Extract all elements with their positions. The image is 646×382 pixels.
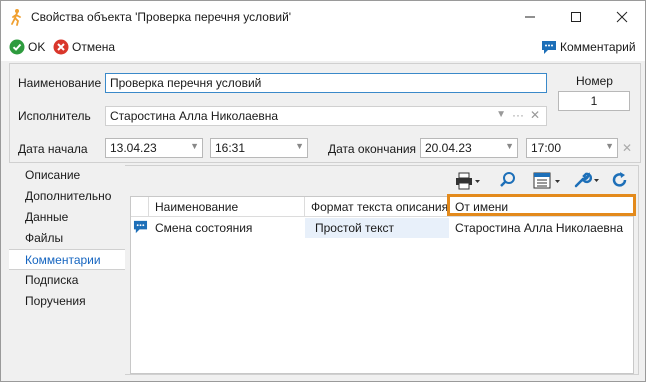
cancel-button[interactable]: Отмена: [53, 38, 115, 56]
start-time-value: 16:31: [215, 141, 246, 155]
comment-button[interactable]: Комментарий: [541, 38, 636, 56]
end-date-label: Дата окончания: [328, 142, 417, 156]
end-date-value: 20.04.23: [425, 141, 472, 155]
sidebar-item-files[interactable]: Файлы: [9, 228, 125, 249]
clear-icon[interactable]: ✕: [530, 108, 540, 122]
sidebar-item-description[interactable]: Описание: [9, 165, 125, 186]
minimize-button[interactable]: [507, 1, 553, 33]
cancel-label: Отмена: [72, 40, 116, 54]
start-time-field[interactable]: 16:31 ▼: [210, 138, 308, 158]
end-date-field[interactable]: 20.04.23 ▼: [420, 138, 518, 158]
comment-icon: [133, 220, 148, 237]
executor-label: Исполнитель: [18, 109, 91, 123]
dropdown-arrow-icon[interactable]: ▼: [505, 141, 514, 151]
number-field[interactable]: 1: [558, 91, 630, 111]
walking-person-icon: [7, 8, 25, 26]
settings-button[interactable]: [573, 171, 603, 192]
close-button[interactable]: [599, 1, 645, 33]
layout-button[interactable]: [533, 172, 563, 193]
maximize-button[interactable]: [553, 1, 599, 33]
properties-form: Наименование Проверка перечня условий Ис…: [9, 63, 641, 163]
dropdown-arrow-icon[interactable]: ▼: [190, 141, 199, 151]
sidebar-item-subscription[interactable]: Подписка: [9, 270, 125, 291]
check-circle-icon: [9, 39, 25, 55]
toolbar: OK Отмена Комментарий: [1, 33, 645, 61]
table-layout-icon: [533, 172, 560, 189]
start-date-field[interactable]: 13.04.23 ▼: [105, 138, 203, 158]
column-header-name[interactable]: Наименование: [149, 197, 305, 217]
search-button[interactable]: [499, 171, 517, 192]
dropdown-arrow-icon[interactable]: ▼: [496, 109, 506, 120]
clear-icon[interactable]: ✕: [622, 141, 632, 155]
printer-icon: [456, 172, 480, 190]
end-time-value: 17:00: [531, 141, 562, 155]
executor-field[interactable]: Старостина Алла Николаевна ▼ ··· ✕: [105, 106, 547, 126]
cell-author: Старостина Алла Николаевна: [455, 221, 624, 235]
grid-corner: [131, 197, 149, 217]
cell-name: Смена состояния: [155, 221, 253, 235]
comments-grid: Наименование Формат текста описания От и…: [130, 196, 634, 374]
sidebar-item-data[interactable]: Данные: [9, 207, 125, 228]
wrench-icon: [574, 172, 599, 188]
comment-label: Комментарий: [560, 40, 636, 54]
sidebar-item-additional[interactable]: Дополнительно: [9, 186, 125, 207]
name-field[interactable]: Проверка перечня условий: [105, 73, 547, 93]
refresh-button[interactable]: [611, 171, 629, 192]
ok-label: OK: [28, 40, 46, 54]
cell-format: Простой текст: [305, 218, 449, 238]
search-icon: [500, 172, 515, 187]
column-highlight: [447, 194, 636, 216]
sidebar: Описание Дополнительно Данные Файлы Комм…: [9, 165, 125, 375]
ok-button[interactable]: OK: [9, 38, 45, 56]
number-label: Номер: [576, 74, 613, 88]
cancel-circle-icon: [53, 39, 69, 55]
sidebar-item-assignments[interactable]: Поручения: [9, 291, 125, 312]
title-bar: Свойства объекта 'Проверка перечня услов…: [1, 1, 645, 33]
start-date-label: Дата начала: [18, 142, 88, 156]
dropdown-arrow-icon[interactable]: ▼: [295, 141, 304, 151]
sidebar-item-comments[interactable]: Комментарии: [9, 249, 125, 270]
comment-icon: [542, 40, 556, 54]
print-button[interactable]: [455, 172, 481, 193]
window-title: Свойства объекта 'Проверка перечня услов…: [31, 10, 292, 24]
dialog-window: Свойства объекта 'Проверка перечня услов…: [0, 0, 646, 382]
refresh-icon: [612, 172, 627, 187]
executor-value: Старостина Алла Николаевна: [110, 109, 279, 123]
ellipsis-icon[interactable]: ···: [512, 108, 524, 122]
column-header-format[interactable]: Формат текста описания: [305, 197, 449, 217]
start-date-value: 13.04.23: [110, 141, 157, 155]
dropdown-arrow-icon[interactable]: ▼: [605, 141, 614, 151]
end-time-field[interactable]: 17:00 ▼: [526, 138, 618, 158]
name-label: Наименование: [18, 76, 102, 90]
